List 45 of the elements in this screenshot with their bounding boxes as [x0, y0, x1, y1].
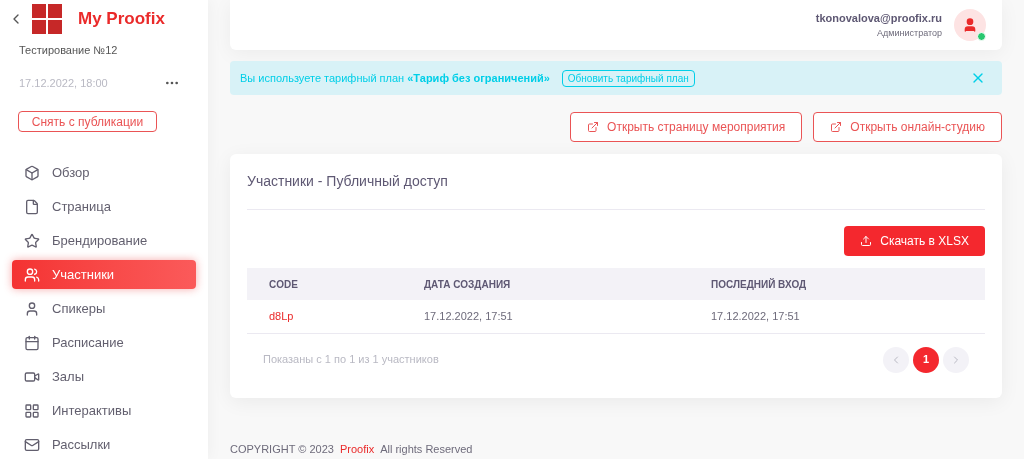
nav-item[interactable]: Обзор	[12, 158, 196, 187]
nav-item[interactable]: Страница	[12, 192, 196, 221]
nav-item[interactable]: Интерактивы	[12, 396, 196, 425]
nav-item[interactable]: Брендирование	[12, 226, 196, 255]
brand-name: My Proofix	[78, 8, 165, 31]
star-icon	[24, 232, 40, 249]
table-cell: 17.12.2022, 17:51	[689, 300, 985, 333]
proofix-link[interactable]: Proofix	[339, 440, 375, 457]
cube-icon	[24, 164, 40, 181]
open-link-button[interactable]: Открыть онлайн-студию	[813, 112, 1002, 142]
external-link-icon	[830, 121, 843, 133]
user-email: tkonovalova@proofix.ru	[815, 11, 942, 26]
card-title: Участники - Публичный доступ	[247, 154, 985, 210]
grid-icon	[24, 402, 40, 419]
calendar-icon	[24, 334, 40, 351]
logo-icon	[32, 4, 62, 34]
page-button[interactable]: 1	[913, 346, 939, 373]
results-summary: Показаны с 1 по 1 из 1 участников	[263, 352, 439, 368]
rights-text: All rights Reserved	[380, 441, 473, 457]
column-header: ПОСЛЕДНИЙ ВХОД	[689, 268, 985, 300]
open-link-button[interactable]: Открыть страницу мероприятия	[570, 112, 803, 142]
column-header: ДАТА СОЗДАНИЯ	[402, 268, 689, 300]
mail-icon	[24, 436, 40, 453]
copyright-text: COPYRIGHT © 2023	[230, 441, 334, 457]
file-icon	[24, 198, 40, 215]
nav-item[interactable]: Спикеры	[12, 294, 196, 323]
nav-item[interactable]: Залы	[12, 362, 196, 391]
users-icon	[24, 266, 40, 283]
user-icon	[24, 300, 40, 317]
event-date: 17.12.2022, 18:00	[19, 75, 108, 91]
upload-icon	[860, 235, 873, 247]
code-link[interactable]: d8Lp	[247, 300, 402, 333]
unpublish-button[interactable]: Снять с публикации	[18, 111, 157, 132]
user-role: Администратор	[877, 26, 942, 40]
nav-item[interactable]: Участники	[12, 260, 196, 289]
event-name: Тестирование №12	[18, 43, 119, 58]
user-icon	[962, 17, 978, 33]
external-link-icon	[587, 121, 600, 133]
nav-item[interactable]: Расписание	[12, 328, 196, 357]
user-avatar[interactable]	[954, 9, 986, 41]
plan-message: Вы используете тарифный план «Тариф без ограничений»	[240, 70, 550, 86]
table-cell: 17.12.2022, 17:51	[402, 300, 689, 333]
download-button[interactable]: Скачать в XLSX	[844, 226, 985, 256]
column-header: CODE	[247, 268, 402, 300]
nav-item[interactable]: Рассылки	[12, 430, 196, 459]
